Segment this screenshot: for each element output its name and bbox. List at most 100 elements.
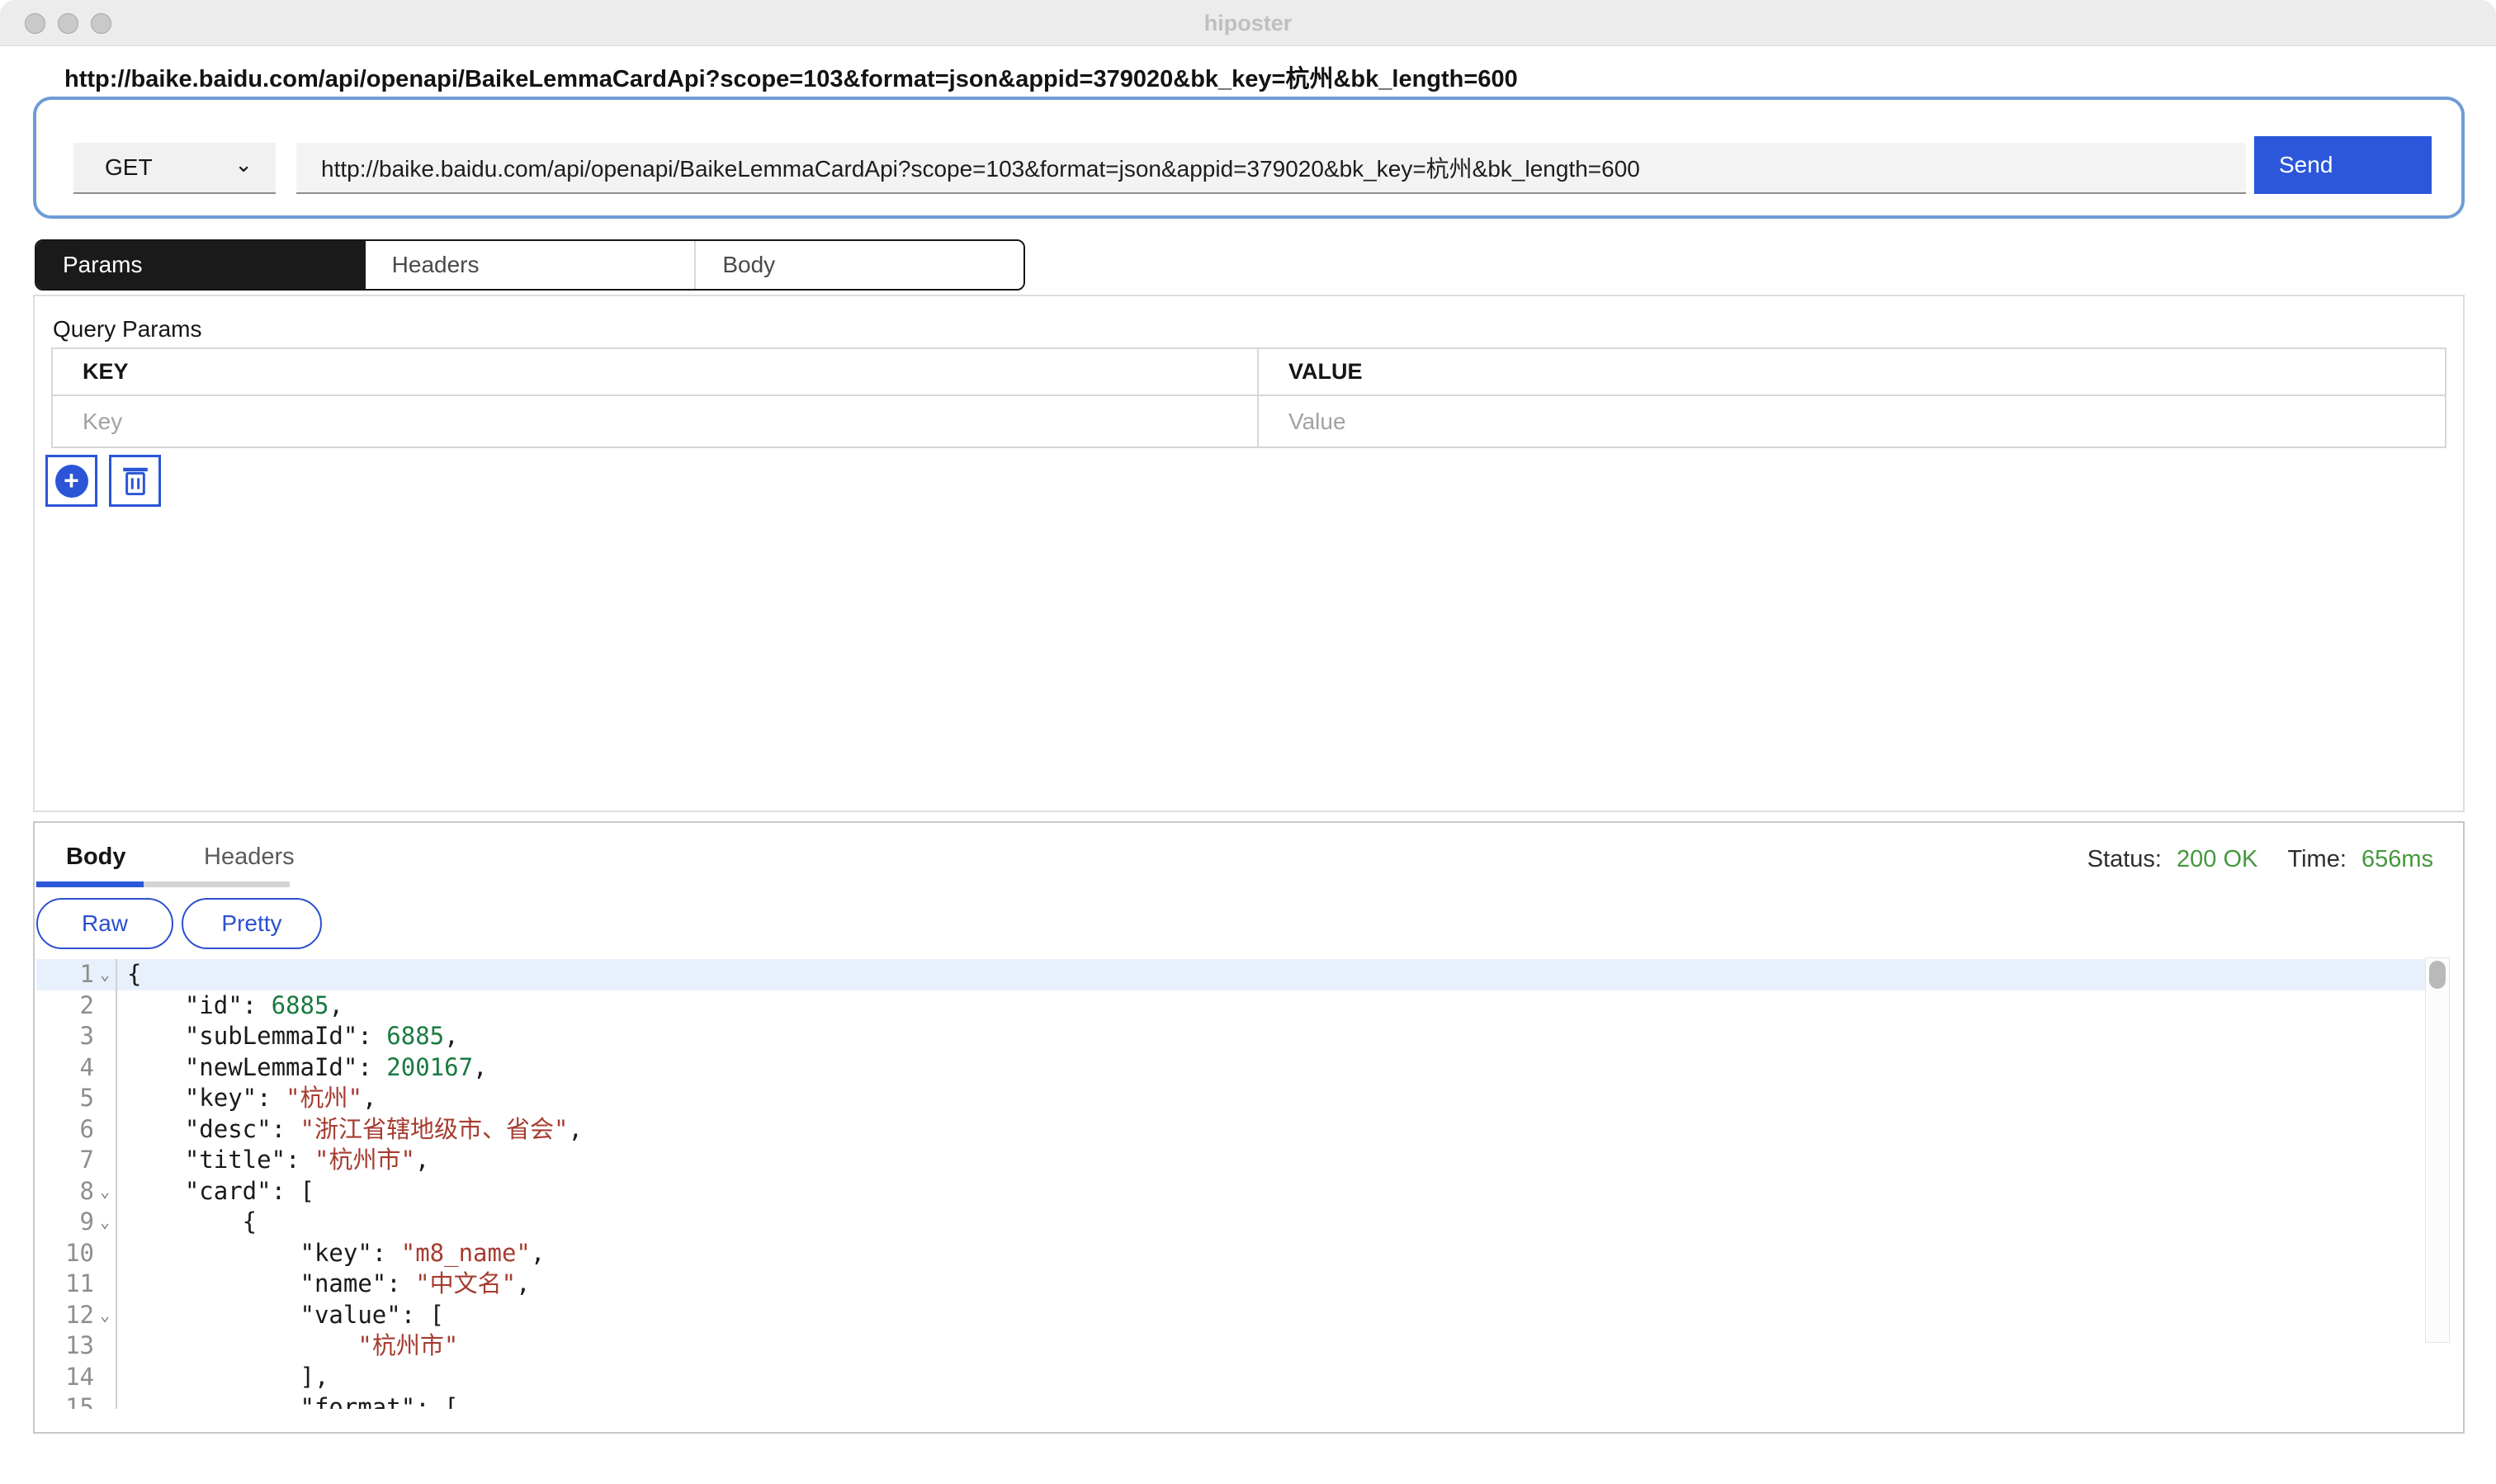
line-number-gutter: 6: [36, 1114, 117, 1146]
code-line: 9⌄ {: [36, 1207, 2425, 1238]
code-line-text: "card": [: [117, 1176, 314, 1208]
code-line-text: "key": "杭州",: [117, 1083, 376, 1114]
line-number-gutter: 11: [36, 1269, 117, 1300]
line-number-gutter: 3: [36, 1021, 117, 1052]
line-number: 9: [80, 1207, 94, 1238]
line-number: 2: [80, 990, 94, 1022]
code-line-text: "title": "杭州市",: [117, 1145, 429, 1176]
line-number: 4: [80, 1052, 94, 1084]
code-line-text: ],: [117, 1362, 329, 1393]
line-number-gutter: 7: [36, 1145, 117, 1176]
status-label: Status:: [2087, 846, 2162, 872]
request-tabs: Params Headers Body: [35, 239, 1025, 291]
add-param-button[interactable]: +: [45, 455, 97, 507]
trash-icon: [121, 465, 150, 498]
line-number: 13: [65, 1330, 94, 1362]
line-number-gutter: 4: [36, 1052, 117, 1084]
table-row: [53, 396, 2445, 447]
line-number-gutter: 10: [36, 1238, 117, 1269]
line-number: 3: [80, 1021, 94, 1052]
line-number: 8: [80, 1176, 94, 1208]
line-number-gutter: 8⌄: [36, 1176, 117, 1208]
time-label: Time:: [2287, 846, 2346, 872]
code-line: 15 "format": [: [36, 1392, 2425, 1409]
code-line-text: "杭州市": [117, 1330, 458, 1362]
response-body-code: 1⌄{2 "id": 6885,3 "subLemmaId": 6885,4 "…: [36, 959, 2425, 1409]
param-value-input[interactable]: [1288, 409, 2387, 435]
line-number-gutter: 2: [36, 990, 117, 1022]
line-number: 11: [65, 1269, 94, 1300]
line-number: 6: [80, 1114, 94, 1146]
code-line-text: "newLemmaId": 200167,: [117, 1052, 488, 1084]
window-title: hiposter: [0, 0, 2496, 46]
request-bar: GET ⌄ Send: [33, 97, 2465, 219]
code-scrollbar[interactable]: [2425, 957, 2450, 1343]
fold-chevron-icon[interactable]: ⌄: [94, 1176, 116, 1208]
send-button[interactable]: Send: [2254, 136, 2432, 194]
line-number-gutter: 5: [36, 1083, 117, 1114]
code-line: 11 "name": "中文名",: [36, 1269, 2425, 1300]
code-line-text: {: [117, 959, 141, 990]
line-number: 10: [65, 1238, 94, 1269]
fold-chevron-icon[interactable]: ⌄: [94, 959, 116, 990]
code-line: 1⌄{: [36, 959, 2425, 990]
method-select-value: GET: [105, 154, 153, 181]
table-header-row: KEY VALUE: [53, 349, 2445, 396]
tab-body[interactable]: Body: [694, 241, 1023, 289]
code-line: 4 "newLemmaId": 200167,: [36, 1052, 2425, 1084]
method-select[interactable]: GET ⌄: [73, 143, 276, 194]
query-params-title: Query Params: [53, 316, 202, 343]
code-line-text: "id": 6885,: [117, 990, 343, 1022]
code-line: 10 "key": "m8_name",: [36, 1238, 2425, 1269]
query-params-table: KEY VALUE: [51, 347, 2446, 448]
line-number: 15: [65, 1392, 94, 1409]
request-url-heading: http://baike.baidu.com/api/openapi/Baike…: [64, 59, 1518, 94]
code-line: 13 "杭州市": [36, 1330, 2425, 1362]
delete-param-button[interactable]: [109, 455, 161, 507]
response-tab-body[interactable]: Body: [66, 844, 126, 871]
plus-icon: +: [55, 465, 88, 498]
fold-chevron-icon[interactable]: ⌄: [94, 1207, 116, 1238]
code-line-text: "name": "中文名",: [117, 1269, 531, 1300]
code-line: 12⌄ "value": [: [36, 1300, 2425, 1331]
line-number-gutter: 9⌄: [36, 1207, 117, 1238]
line-number: 7: [80, 1145, 94, 1176]
chevron-down-icon: ⌄: [234, 154, 253, 175]
line-number: 1: [80, 959, 94, 990]
line-number: 5: [80, 1083, 94, 1114]
code-line: 2 "id": 6885,: [36, 990, 2425, 1022]
code-line: 5 "key": "杭州",: [36, 1083, 2425, 1114]
code-scrollbar-thumb[interactable]: [2429, 961, 2446, 989]
status-value: 200 OK: [2177, 846, 2257, 872]
value-column-header: VALUE: [1288, 359, 1363, 385]
code-line-text: "format": [: [117, 1392, 459, 1409]
response-status-line: Status: 200 OK Time: 656ms: [2079, 846, 2433, 873]
line-number-gutter: 15: [36, 1392, 117, 1409]
param-key-input[interactable]: [83, 409, 1198, 435]
code-line: 7 "title": "杭州市",: [36, 1145, 2425, 1176]
line-number-gutter: 14: [36, 1362, 117, 1393]
tab-params[interactable]: Params: [36, 241, 366, 289]
line-number-gutter: 12⌄: [36, 1300, 117, 1331]
code-line: 3 "subLemmaId": 6885,: [36, 1021, 2425, 1052]
line-number-gutter: 1⌄: [36, 959, 117, 990]
pretty-view-button[interactable]: Pretty: [182, 898, 322, 949]
time-value: 656ms: [2361, 846, 2433, 872]
active-tab-indicator: [36, 881, 144, 887]
code-line: 6 "desc": "浙江省辖地级市、省会",: [36, 1114, 2425, 1146]
line-number: 12: [65, 1300, 94, 1331]
window-titlebar: hiposter: [0, 0, 2496, 46]
code-line-text: "subLemmaId": 6885,: [117, 1021, 459, 1052]
response-tab-headers[interactable]: Headers: [204, 844, 295, 871]
code-line-text: "value": [: [117, 1300, 444, 1331]
tab-track: [144, 881, 290, 887]
raw-view-button[interactable]: Raw: [36, 898, 173, 949]
key-column-header: KEY: [83, 359, 129, 385]
query-params-panel: Query Params KEY VALUE +: [33, 295, 2465, 812]
line-number: 14: [65, 1362, 94, 1393]
response-panel: Body Headers Status: 200 OK Time: 656ms …: [33, 821, 2465, 1434]
url-input[interactable]: [296, 143, 2246, 194]
tab-headers[interactable]: Headers: [366, 241, 695, 289]
fold-chevron-icon[interactable]: ⌄: [94, 1300, 116, 1331]
code-line: 14 ],: [36, 1362, 2425, 1393]
